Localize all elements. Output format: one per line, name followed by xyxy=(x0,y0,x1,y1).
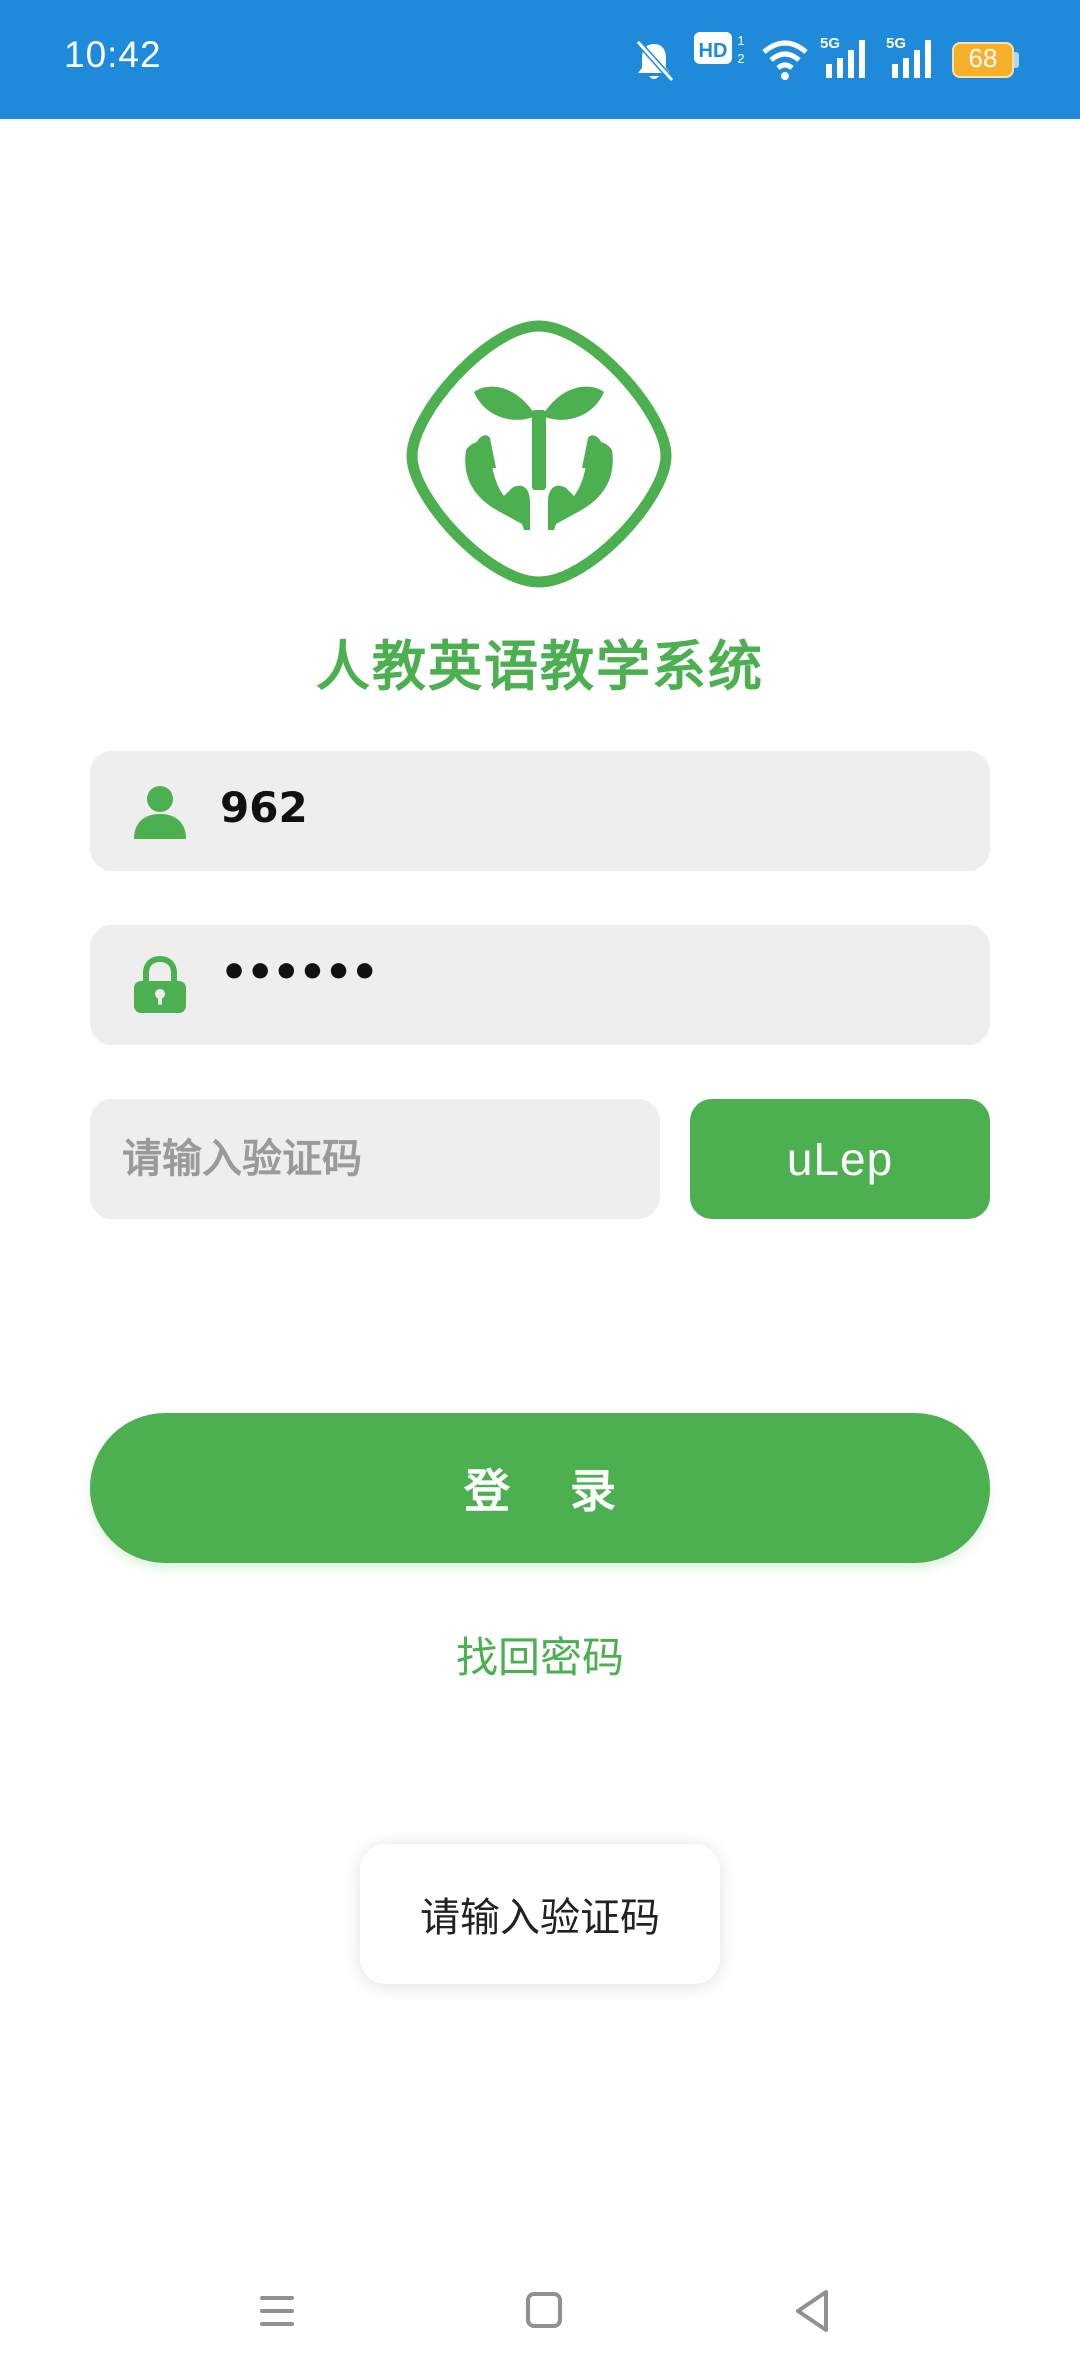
status-bar: 10:42 HD 1 2 5G 5G 68 xyxy=(0,0,1080,119)
hd-voice-icon: HD 1 2 xyxy=(694,32,745,66)
captcha-input[interactable] xyxy=(90,1099,660,1219)
mute-bell-icon xyxy=(635,39,675,83)
status-icons: HD 1 2 5G 5G 68 xyxy=(632,30,1022,90)
login-screen: 10:42 HD 1 2 5G 5G 68 人教英语教学系统 962 •••••… xyxy=(0,0,1080,2376)
password-field[interactable]: •••••• xyxy=(90,925,990,1045)
back-icon[interactable] xyxy=(782,2286,842,2336)
captcha-code-button[interactable]: uLep xyxy=(690,1099,990,1219)
status-time: 10:42 xyxy=(64,34,162,75)
home-icon[interactable] xyxy=(514,2286,574,2336)
username-value: 962 xyxy=(220,783,308,832)
battery-icon: 68 xyxy=(952,42,1020,78)
svg-text:HD: HD xyxy=(699,40,728,62)
lock-icon xyxy=(134,955,186,1013)
signal-5g-icon-2: 5G xyxy=(886,35,931,78)
svg-text:1: 1 xyxy=(737,33,744,48)
app-title: 人教英语教学系统 xyxy=(316,635,764,698)
login-button[interactable]: 登 录 xyxy=(90,1413,990,1563)
menu-icon[interactable] xyxy=(246,2286,306,2336)
svg-text:5G: 5G xyxy=(820,35,840,52)
wifi-icon xyxy=(762,40,808,80)
navigation-bar xyxy=(0,2260,1080,2360)
sprout-in-hands-logo xyxy=(406,320,672,588)
username-field[interactable]: 962 xyxy=(90,751,990,871)
battery-level: 68 xyxy=(968,43,998,73)
svg-text:5G: 5G xyxy=(886,35,906,52)
forgot-password-link[interactable]: 找回密码 xyxy=(0,1624,1080,1685)
password-value: •••••• xyxy=(220,947,379,998)
svg-text:2: 2 xyxy=(737,51,744,66)
signal-5g-icon: 5G xyxy=(820,35,865,78)
user-icon xyxy=(134,786,186,839)
toast-message: 请输入验证码 xyxy=(360,1844,720,1984)
